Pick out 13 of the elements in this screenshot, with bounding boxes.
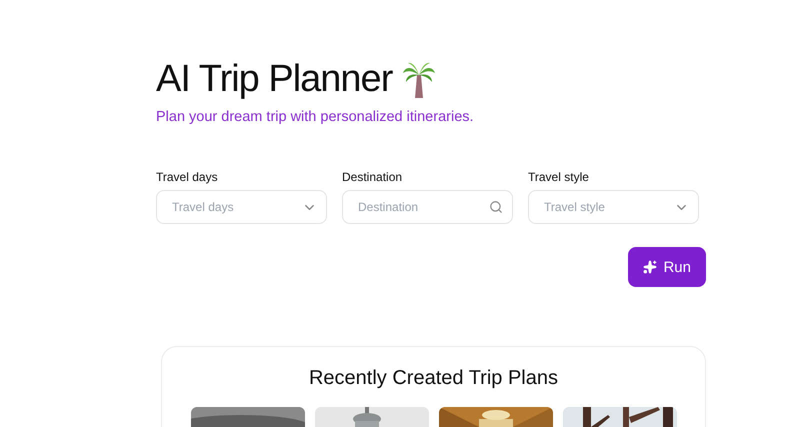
section-title: Recently Created Trip Plans bbox=[308, 367, 558, 390]
select-field[interactable]: Travel days bbox=[156, 190, 327, 224]
page-subtitle: Plan your dream trip with personalized itineraries. bbox=[156, 109, 475, 125]
field-label: Travel style bbox=[528, 170, 590, 184]
field-label: Travel days bbox=[156, 170, 219, 184]
search-icon bbox=[489, 200, 503, 214]
search-field[interactable]: Destination bbox=[342, 190, 513, 224]
page-title: AI Trip Planner bbox=[156, 58, 392, 101]
sparkles-icon bbox=[643, 260, 658, 274]
field-label: Destination bbox=[342, 170, 404, 184]
select-field[interactable]: Travel style bbox=[528, 190, 699, 224]
palm-tree-icon bbox=[402, 60, 436, 98]
run-button[interactable]: Run bbox=[628, 247, 706, 287]
